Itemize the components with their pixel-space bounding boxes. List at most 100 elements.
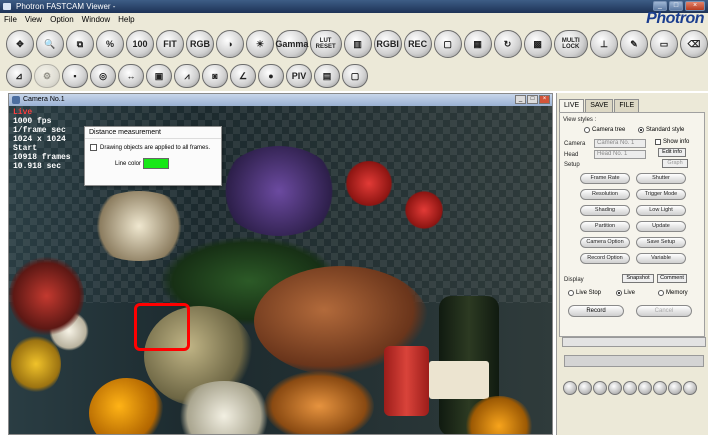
shapes-icon[interactable]: ▪ (62, 64, 88, 88)
camera-window: Camera No.1 _ □ × Live 1000 fps 1/frame … (8, 93, 553, 435)
menu-option[interactable]: Option (46, 13, 78, 27)
graph-icon[interactable]: ⩘ (174, 64, 200, 88)
database-icon[interactable]: ▤ (314, 64, 340, 88)
point-icon[interactable]: ● (258, 64, 284, 88)
frame-rate-button[interactable]: Frame Rate (580, 173, 630, 184)
snapshot-button[interactable]: Snapshot (622, 274, 654, 283)
eraser-icon[interactable]: ⌫ (680, 30, 708, 58)
camera-window-title-bar[interactable]: Camera No.1 _ □ × (9, 94, 552, 106)
camera-tree-radio[interactable]: Camera tree (584, 127, 625, 133)
menu-file[interactable]: File (0, 13, 21, 27)
show-info-label: Show info (663, 139, 690, 145)
cancel-button[interactable]: Cancel (636, 305, 692, 317)
gamma-icon[interactable]: Gamma (275, 30, 308, 58)
shading-button[interactable]: Shading (580, 205, 630, 216)
tab-file[interactable]: FILE (614, 99, 640, 112)
move-icon[interactable]: ✥ (6, 30, 34, 58)
measure-icon[interactable]: ⊿ (6, 64, 32, 88)
menu-window[interactable]: Window (78, 13, 114, 27)
step-forward-button[interactable] (638, 381, 652, 395)
standard-style-radio[interactable]: Standard style (638, 127, 684, 133)
loop-button[interactable] (668, 381, 682, 395)
radio-dot[interactable] (568, 290, 574, 296)
partition-button[interactable]: Partition (580, 221, 630, 232)
camera-select[interactable]: Camera No. 1 (594, 139, 646, 148)
record-button[interactable]: Record (568, 305, 624, 317)
camera-live-image[interactable]: Live 1000 fps 1/frame sec 1024 x 1024 St… (9, 106, 552, 434)
record-option-button[interactable]: Record Option (580, 253, 630, 264)
first-frame-button[interactable] (563, 381, 577, 395)
camera-icon[interactable]: ◙ (202, 64, 228, 88)
comment-button[interactable]: Comment (657, 274, 687, 283)
memory-radio[interactable]: Memory (658, 290, 688, 296)
shutter-button[interactable]: Shutter (636, 173, 686, 184)
resolution-button[interactable]: Resolution (580, 189, 630, 200)
image-icon[interactable]: ▣ (146, 64, 172, 88)
save-setup-button[interactable]: Save Setup (636, 237, 686, 248)
angle-icon[interactable]: ∠ (230, 64, 256, 88)
refresh-icon[interactable]: ↻ (493, 30, 522, 58)
camera-option-button[interactable]: Camera Option (580, 237, 630, 248)
fit-icon[interactable]: FIT (156, 30, 184, 58)
radio-dot[interactable] (584, 127, 590, 133)
camera-minimize-button[interactable]: _ (515, 95, 526, 104)
piv-icon[interactable]: PIV (286, 64, 312, 88)
rgbi-icon[interactable]: RGBI (373, 30, 402, 58)
update-button[interactable]: Update (636, 221, 686, 232)
brightness-icon[interactable]: ☀ (246, 30, 274, 58)
window-title: Photron FASTCAM Viewer - (16, 2, 116, 11)
checkbox-box[interactable] (90, 144, 97, 151)
trigger-icon[interactable]: ⊥ (590, 30, 618, 58)
camera-maximize-button[interactable]: □ (527, 95, 538, 104)
trigger-mode-button[interactable]: Trigger Mode (636, 189, 686, 200)
radio-dot[interactable] (658, 290, 664, 296)
tracking-icon[interactable]: ◎ (90, 64, 116, 88)
radio-dot-selected[interactable] (616, 290, 622, 296)
apply-all-frames-checkbox[interactable]: Drawing objects are applied to all frame… (90, 144, 210, 151)
stop-button[interactable] (608, 381, 622, 395)
line-color-swatch[interactable] (143, 158, 169, 169)
extra-button[interactable] (683, 381, 697, 395)
multi-camera-icon[interactable]: ▩ (523, 30, 552, 58)
play-button[interactable] (623, 381, 637, 395)
color-bars-icon[interactable]: ▥ (343, 30, 372, 58)
settings-disabled-icon[interactable]: ⚙ (34, 64, 60, 88)
red-flower-1 (344, 161, 394, 206)
keyboard-icon[interactable]: ▭ (650, 30, 678, 58)
frame-icon[interactable]: ▢ (433, 30, 462, 58)
lut-reset-icon[interactable]: LUT RESET (309, 30, 342, 58)
graph-button[interactable]: Graph (662, 159, 688, 168)
crop-icon[interactable]: ⧉ (66, 30, 94, 58)
variable-button[interactable]: Variable (636, 253, 686, 264)
multi-lock-icon[interactable]: MULTI LOCK (553, 30, 588, 58)
zoom-100-icon[interactable]: 100 (126, 30, 154, 58)
menu-view[interactable]: View (21, 13, 46, 27)
tab-save[interactable]: SAVE (585, 99, 614, 112)
menu-help[interactable]: Help (114, 13, 138, 27)
control-panel: LIVE SAVE FILE View styles : Camera tree… (556, 93, 708, 435)
record-icon[interactable]: REC (403, 30, 432, 58)
live-radio[interactable]: Live (616, 290, 635, 296)
last-frame-button[interactable] (653, 381, 667, 395)
percent-icon[interactable]: % (96, 30, 124, 58)
play-back-button[interactable] (593, 381, 607, 395)
edit-info-button[interactable]: Edit info (658, 148, 686, 157)
pen-icon[interactable]: ✎ (620, 30, 648, 58)
show-info-checkbox[interactable]: Show info (655, 139, 689, 145)
checkbox-box[interactable] (655, 139, 661, 145)
radio-dot-selected[interactable] (638, 127, 644, 133)
head-select[interactable]: Head No. 1 (594, 150, 646, 159)
camera-close-button[interactable]: × (539, 95, 550, 104)
blank-icon[interactable]: ▢ (342, 64, 368, 88)
distance-icon[interactable]: ↔ (118, 64, 144, 88)
rgb-icon[interactable]: RGB (186, 30, 214, 58)
live-stop-radio[interactable]: Live Stop (568, 290, 601, 296)
overlay-trigger: Start (13, 144, 38, 153)
low-light-button[interactable]: Low Light (636, 205, 686, 216)
step-back-button[interactable] (578, 381, 592, 395)
contrast-icon[interactable]: ◑ (216, 30, 244, 58)
frame-slider[interactable] (562, 337, 706, 347)
tab-live[interactable]: LIVE (559, 99, 585, 112)
grid-icon[interactable]: ▦ (463, 30, 492, 58)
zoom-icon[interactable]: 🔍 (36, 30, 64, 58)
